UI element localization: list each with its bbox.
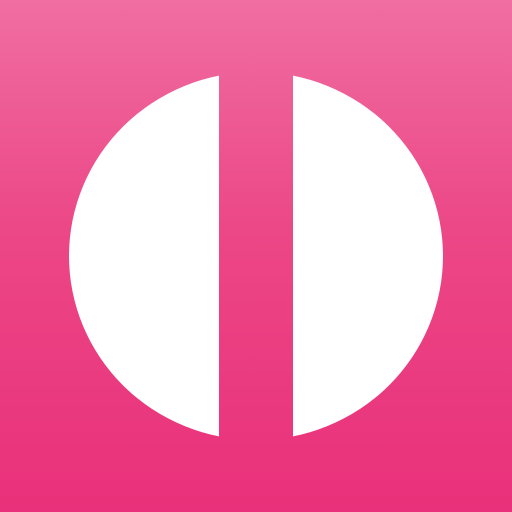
right-half-shape xyxy=(293,72,443,440)
left-half-shape xyxy=(69,72,219,440)
app-icon xyxy=(0,0,512,512)
split-circle-logo-icon xyxy=(69,72,443,440)
